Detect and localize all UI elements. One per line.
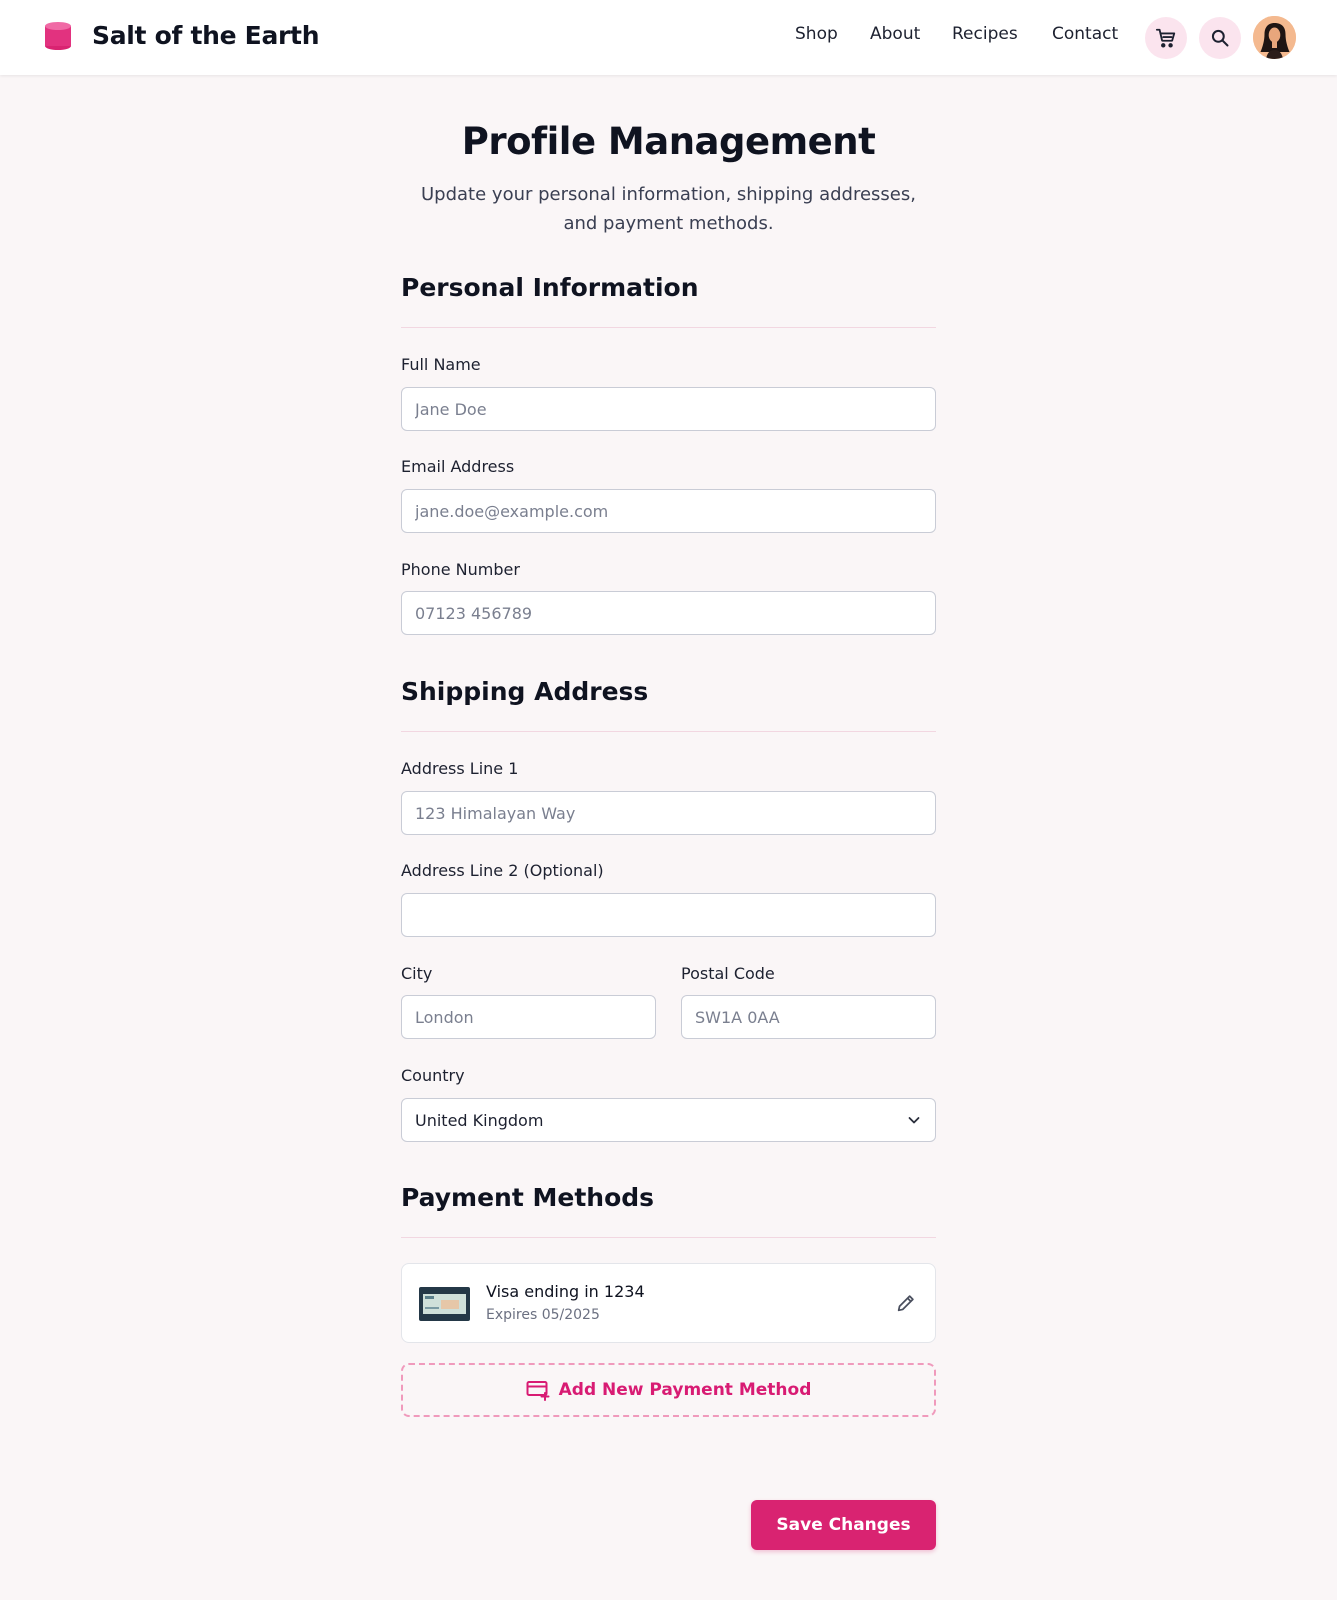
page-subtitle-line-1: Update your personal information, shippi… bbox=[421, 184, 916, 205]
section-divider bbox=[401, 327, 936, 328]
add-payment-method-label: Add New Payment Method bbox=[558, 1380, 812, 1400]
nav-link-recipes[interactable]: Recipes bbox=[952, 24, 1018, 44]
card-title: Visa ending in 1234 bbox=[486, 1282, 645, 1301]
email-label: Email Address bbox=[401, 457, 515, 476]
country-label: Country bbox=[401, 1066, 465, 1085]
user-avatar[interactable] bbox=[1253, 16, 1296, 59]
page-subtitle: Update your personal information, shippi… bbox=[401, 180, 936, 238]
address-line-1-input[interactable] bbox=[401, 791, 936, 835]
phone-input[interactable] bbox=[401, 591, 936, 635]
phone-label: Phone Number bbox=[401, 560, 520, 579]
page-title: Profile Management bbox=[461, 120, 876, 163]
page-subtitle-line-2: and payment methods. bbox=[563, 213, 774, 234]
nav-link-shop[interactable]: Shop bbox=[795, 24, 838, 44]
section-title-shipping: Shipping Address bbox=[401, 677, 649, 706]
save-changes-button[interactable]: Save Changes bbox=[751, 1500, 936, 1550]
chevron-down-icon bbox=[908, 1117, 920, 1124]
top-navigation-bar: Salt of the Earth Shop About Recipes Con… bbox=[0, 0, 1337, 75]
brand[interactable]: Salt of the Earth bbox=[44, 20, 320, 50]
salt-container-icon bbox=[45, 22, 71, 50]
postal-code-input[interactable] bbox=[681, 995, 936, 1039]
address-line-2-label: Address Line 2 (Optional) bbox=[401, 861, 604, 880]
section-divider bbox=[401, 731, 936, 732]
edit-pencil-icon[interactable] bbox=[895, 1292, 917, 1314]
avatar-portrait-icon bbox=[1253, 16, 1296, 59]
country-select[interactable]: United Kingdom bbox=[401, 1098, 936, 1142]
search-icon bbox=[1211, 29, 1229, 47]
section-divider bbox=[401, 1237, 936, 1238]
cart-button[interactable] bbox=[1145, 17, 1187, 59]
city-label: City bbox=[401, 964, 433, 983]
section-title-payment: Payment Methods bbox=[401, 1183, 655, 1212]
add-card-icon bbox=[526, 1381, 550, 1401]
city-input[interactable] bbox=[401, 995, 656, 1039]
visa-card-image bbox=[419, 1287, 470, 1321]
search-button[interactable] bbox=[1199, 17, 1241, 59]
postal-code-label: Postal Code bbox=[681, 964, 775, 983]
full-name-input[interactable] bbox=[401, 387, 936, 431]
full-name-label: Full Name bbox=[401, 355, 481, 374]
brand-name: Salt of the Earth bbox=[92, 20, 320, 50]
email-input[interactable] bbox=[401, 489, 936, 533]
nav-link-contact[interactable]: Contact bbox=[1052, 24, 1118, 44]
section-title-personal: Personal Information bbox=[401, 273, 699, 302]
nav-link-about[interactable]: About bbox=[870, 24, 920, 44]
country-select-value: United Kingdom bbox=[415, 1110, 544, 1130]
payment-card-item: Visa ending in 1234 Expires 05/2025 bbox=[401, 1263, 936, 1343]
add-payment-method-button[interactable]: Add New Payment Method bbox=[401, 1363, 936, 1417]
shopping-cart-icon bbox=[1155, 28, 1176, 48]
card-expiry: Expires 05/2025 bbox=[486, 1307, 600, 1323]
address-line-1-label: Address Line 1 bbox=[401, 759, 519, 778]
address-line-2-input[interactable] bbox=[401, 893, 936, 937]
